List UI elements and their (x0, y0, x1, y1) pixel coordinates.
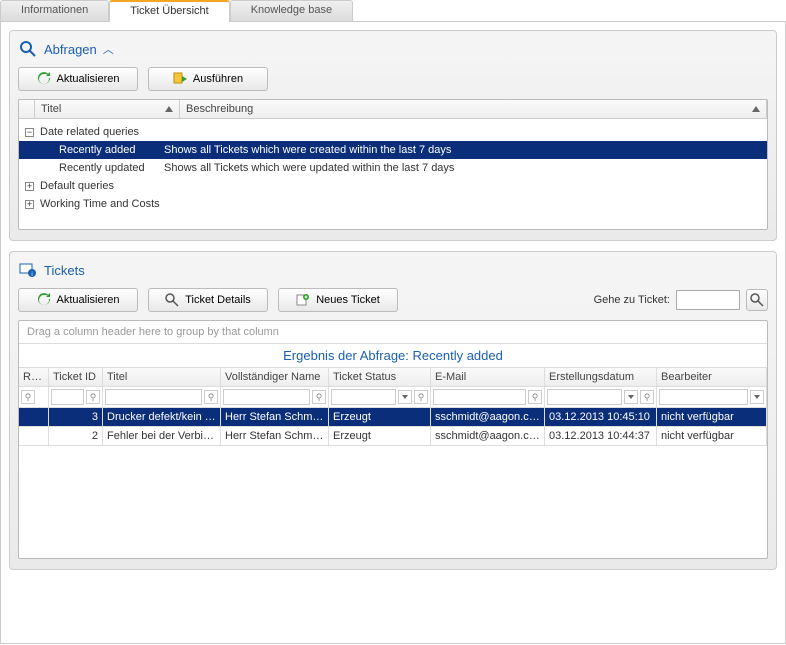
queries-col-title[interactable]: Titel (35, 100, 180, 118)
expand-icon[interactable]: + (25, 182, 34, 191)
cell-date: 03.12.2013 10:45:10 (545, 408, 657, 427)
filter-id-input[interactable] (51, 389, 84, 405)
collapse-icon[interactable]: − (25, 128, 34, 137)
col-date[interactable]: Erstellungsdatum (545, 368, 657, 387)
queries-grid: Titel Beschreibung −Date related queries… (18, 99, 768, 230)
tickets-title: Tickets (44, 263, 85, 278)
cell-title: Drucker defekt/kein To (103, 408, 221, 427)
run-query-label: Ausführen (193, 73, 243, 85)
cell-name: Herr Stefan Schmidt (221, 408, 329, 427)
ticket-details-label: Ticket Details (185, 294, 251, 306)
col-status[interactable]: Ticket Status (329, 368, 431, 387)
refresh-tickets-button[interactable]: Aktualisieren (18, 288, 138, 312)
queries-col-desc[interactable]: Beschreibung (180, 100, 767, 118)
filter-status-input[interactable] (331, 389, 396, 405)
chevron-down-icon[interactable] (750, 390, 764, 404)
new-ticket-label: Neues Ticket (316, 294, 380, 306)
cell-email: sschmidt@aagon.com (431, 408, 545, 427)
run-icon (173, 72, 187, 86)
magnifier-icon (18, 39, 38, 59)
refresh-icon (37, 293, 51, 307)
filter-icon[interactable]: ⚲ (528, 390, 542, 404)
col-bearbeiter[interactable]: Bearbeiter (657, 368, 767, 387)
filter-icon[interactable]: ⚲ (414, 390, 428, 404)
query-item-desc: Shows all Tickets which were updated wit… (164, 162, 767, 174)
cell-status: Erzeugt (329, 427, 431, 446)
query-item[interactable]: Recently addedShows all Tickets which we… (19, 141, 767, 159)
tree-expand-header (19, 100, 35, 118)
queries-title: Abfragen (44, 42, 97, 57)
query-group[interactable]: + Working Time and Costs (19, 195, 767, 213)
filter-title-input[interactable] (105, 389, 202, 405)
tickets-icon: i (18, 260, 38, 280)
filter-icon[interactable]: ⚲ (86, 390, 100, 404)
goto-label: Gehe zu Ticket: (594, 294, 670, 306)
ticket-row[interactable]: 3Drucker defekt/kein ToHerr Stefan Schmi… (19, 408, 767, 427)
tickets-grid: Drag a column header here to group by th… (18, 320, 768, 559)
col-read[interactable]: Read (19, 368, 49, 387)
run-query-button[interactable]: Ausführen (148, 67, 268, 91)
sort-asc-icon (165, 106, 173, 112)
filter-icon[interactable]: ⚲ (312, 390, 326, 404)
ticket-row[interactable]: 2Fehler bei der VerbinduHerr Stefan Schm… (19, 427, 767, 446)
cell-title: Fehler bei der Verbindu (103, 427, 221, 446)
ticket-details-button[interactable]: Ticket Details (148, 288, 268, 312)
query-group-label: Default queries (40, 180, 114, 192)
cell-bearbeiter: nicht verfügbar (657, 427, 767, 446)
queries-panel: Abfragen ︿ Aktualisieren Ausführen (9, 30, 777, 241)
tab-knowledge-base[interactable]: Knowledge base (230, 0, 353, 21)
cell-bearbeiter: nicht verfügbar (657, 408, 767, 427)
cell-id: 3 (49, 408, 103, 427)
cell-name: Herr Stefan Schmidt (221, 427, 329, 446)
tab-informationen[interactable]: Informationen (0, 0, 109, 21)
chevron-down-icon[interactable] (624, 390, 638, 404)
tab-ticket-uebersicht[interactable]: Ticket Übersicht (109, 0, 229, 22)
filter-bearbeiter-input[interactable] (659, 389, 748, 405)
sort-asc-icon (752, 106, 760, 112)
cell-email: sschmidt@aagon.com (431, 427, 545, 446)
cell-read (19, 408, 49, 427)
col-ticket-id[interactable]: Ticket ID (49, 368, 103, 387)
goto-ticket-input[interactable] (676, 290, 740, 310)
tickets-panel: i Tickets Aktualisieren Ticket Details (9, 251, 777, 570)
query-item-title: Recently updated (25, 162, 164, 174)
query-group-label: Date related queries (40, 126, 139, 138)
filter-name-input[interactable] (223, 389, 310, 405)
query-item-desc: Shows all Tickets which were created wit… (164, 144, 767, 156)
expand-icon[interactable]: + (25, 200, 34, 209)
cell-read (19, 427, 49, 446)
filter-date-input[interactable] (547, 389, 622, 405)
query-group[interactable]: + Default queries (19, 177, 767, 195)
filter-icon[interactable]: ⚲ (204, 390, 218, 404)
result-header: Ergebnis der Abfrage: Recently added (19, 344, 767, 368)
collapse-icon[interactable]: ︿ (103, 41, 114, 57)
col-titel[interactable]: Titel (103, 368, 221, 387)
refresh-queries-button[interactable]: Aktualisieren (18, 67, 138, 91)
new-ticket-icon (296, 293, 310, 307)
group-by-bar[interactable]: Drag a column header here to group by th… (19, 321, 767, 344)
cell-date: 03.12.2013 10:44:37 (545, 427, 657, 446)
magnifier-icon (165, 293, 179, 307)
filter-icon[interactable]: ⚲ (640, 390, 654, 404)
cell-id: 2 (49, 427, 103, 446)
chevron-down-icon[interactable] (398, 390, 412, 404)
query-group[interactable]: −Date related queries (19, 123, 767, 141)
svg-text:i: i (31, 272, 32, 278)
filter-email-input[interactable] (433, 389, 526, 405)
query-item[interactable]: Recently updatedShows all Tickets which … (19, 159, 767, 177)
goto-ticket-button[interactable] (746, 289, 768, 311)
col-email[interactable]: E-Mail (431, 368, 545, 387)
cell-status: Erzeugt (329, 408, 431, 427)
filter-icon[interactable]: ⚲ (21, 390, 35, 404)
query-group-label: Working Time and Costs (40, 198, 160, 210)
refresh-icon (37, 72, 51, 86)
refresh-queries-label: Aktualisieren (57, 73, 120, 85)
tabs: Informationen Ticket Übersicht Knowledge… (0, 0, 786, 22)
refresh-tickets-label: Aktualisieren (57, 294, 120, 306)
query-item-title: Recently added (25, 144, 164, 156)
col-name[interactable]: Vollständiger Name (221, 368, 329, 387)
new-ticket-button[interactable]: Neues Ticket (278, 288, 398, 312)
